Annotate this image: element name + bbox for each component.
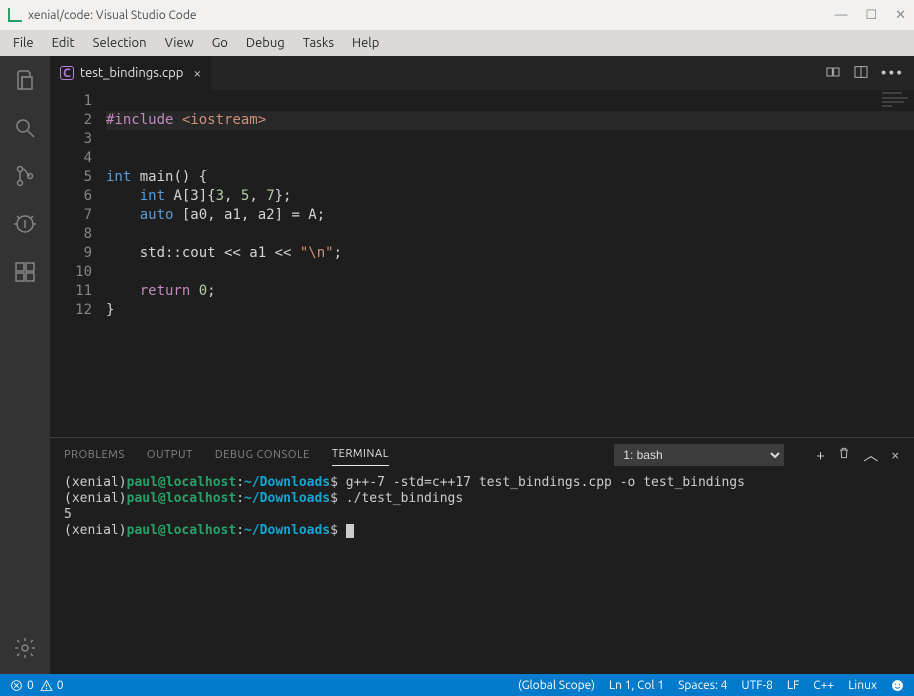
settings-gear-icon[interactable] [13,636,37,660]
panel-tab-problems[interactable]: PROBLEMS [64,449,125,461]
tab-test-bindings[interactable]: C test_bindings.cpp × [50,56,212,90]
menu-edit[interactable]: Edit [43,32,84,54]
window-maximize-button[interactable]: ☐ [865,8,877,23]
status-os[interactable]: Linux [848,679,877,692]
os-titlebar: xenial/code: Visual Studio Code — ☐ ✕ [0,0,914,30]
close-panel-icon[interactable]: × [891,446,900,463]
cpp-file-icon: C [60,66,74,80]
status-warnings[interactable]: 0 [40,679,64,692]
panel-tab-output[interactable]: OUTPUT [147,449,193,461]
menu-go[interactable]: Go [203,32,237,54]
split-editor-icon[interactable] [853,64,869,83]
window-close-button[interactable]: ✕ [895,8,906,23]
activity-bar [0,56,50,674]
kill-terminal-icon[interactable] [837,446,851,463]
debug-icon[interactable] [13,212,37,236]
status-encoding[interactable]: UTF-8 [741,679,772,692]
status-indentation[interactable]: Spaces: 4 [678,679,727,692]
menu-help[interactable]: Help [343,32,388,54]
source-control-icon[interactable] [13,164,37,188]
menu-debug[interactable]: Debug [237,32,294,54]
window-title: xenial/code: Visual Studio Code [28,9,828,22]
bottom-panel: PROBLEMS OUTPUT DEBUG CONSOLE TERMINAL 1… [50,437,914,674]
status-scope[interactable]: (Global Scope) [518,679,595,692]
panel-tab-debug-console[interactable]: DEBUG CONSOLE [215,449,310,461]
status-language[interactable]: C++ [813,679,834,692]
maximize-panel-icon[interactable]: ︿ [863,444,879,465]
line-gutter: 1 2 3 4 5 6 7 8 9 10 11 12 [50,90,106,437]
status-bar: 0 0 (Global Scope) Ln 1, Col 1 Spaces: 4… [0,674,914,696]
panel-tab-terminal[interactable]: TERMINAL [332,448,389,466]
menu-selection[interactable]: Selection [84,32,156,54]
code-content[interactable]: #include <iostream> int main() { int A[3… [106,90,914,437]
status-errors[interactable]: 0 [10,679,34,692]
more-actions-icon[interactable]: ••• [881,64,904,82]
new-terminal-icon[interactable]: + [816,446,825,463]
explorer-icon[interactable] [13,68,37,92]
minimap[interactable] [882,92,912,122]
tab-label: test_bindings.cpp [80,66,183,80]
terminal-cursor [346,524,354,538]
menubar: File Edit Selection View Go Debug Tasks … [0,30,914,56]
app-logo-icon [8,8,22,22]
status-eol[interactable]: LF [787,679,799,692]
search-icon[interactable] [13,116,37,140]
status-cursor-position[interactable]: Ln 1, Col 1 [609,679,664,692]
feedback-smile-icon[interactable] [891,679,904,692]
window-minimize-button[interactable]: — [834,8,847,23]
menu-view[interactable]: View [156,32,203,54]
code-editor[interactable]: 1 2 3 4 5 6 7 8 9 10 11 12 #include <ios… [50,90,914,437]
terminal-selector[interactable]: 1: bash [614,444,784,466]
extensions-icon[interactable] [13,260,37,284]
editor-tabs: C test_bindings.cpp × ••• [50,56,914,90]
compare-changes-icon[interactable] [825,64,841,83]
menu-tasks[interactable]: Tasks [294,32,343,54]
terminal[interactable]: (xenial)paul@localhost:~/Downloads$ g++-… [50,471,914,674]
tab-close-icon[interactable]: × [193,65,201,81]
menu-file[interactable]: File [4,32,43,54]
